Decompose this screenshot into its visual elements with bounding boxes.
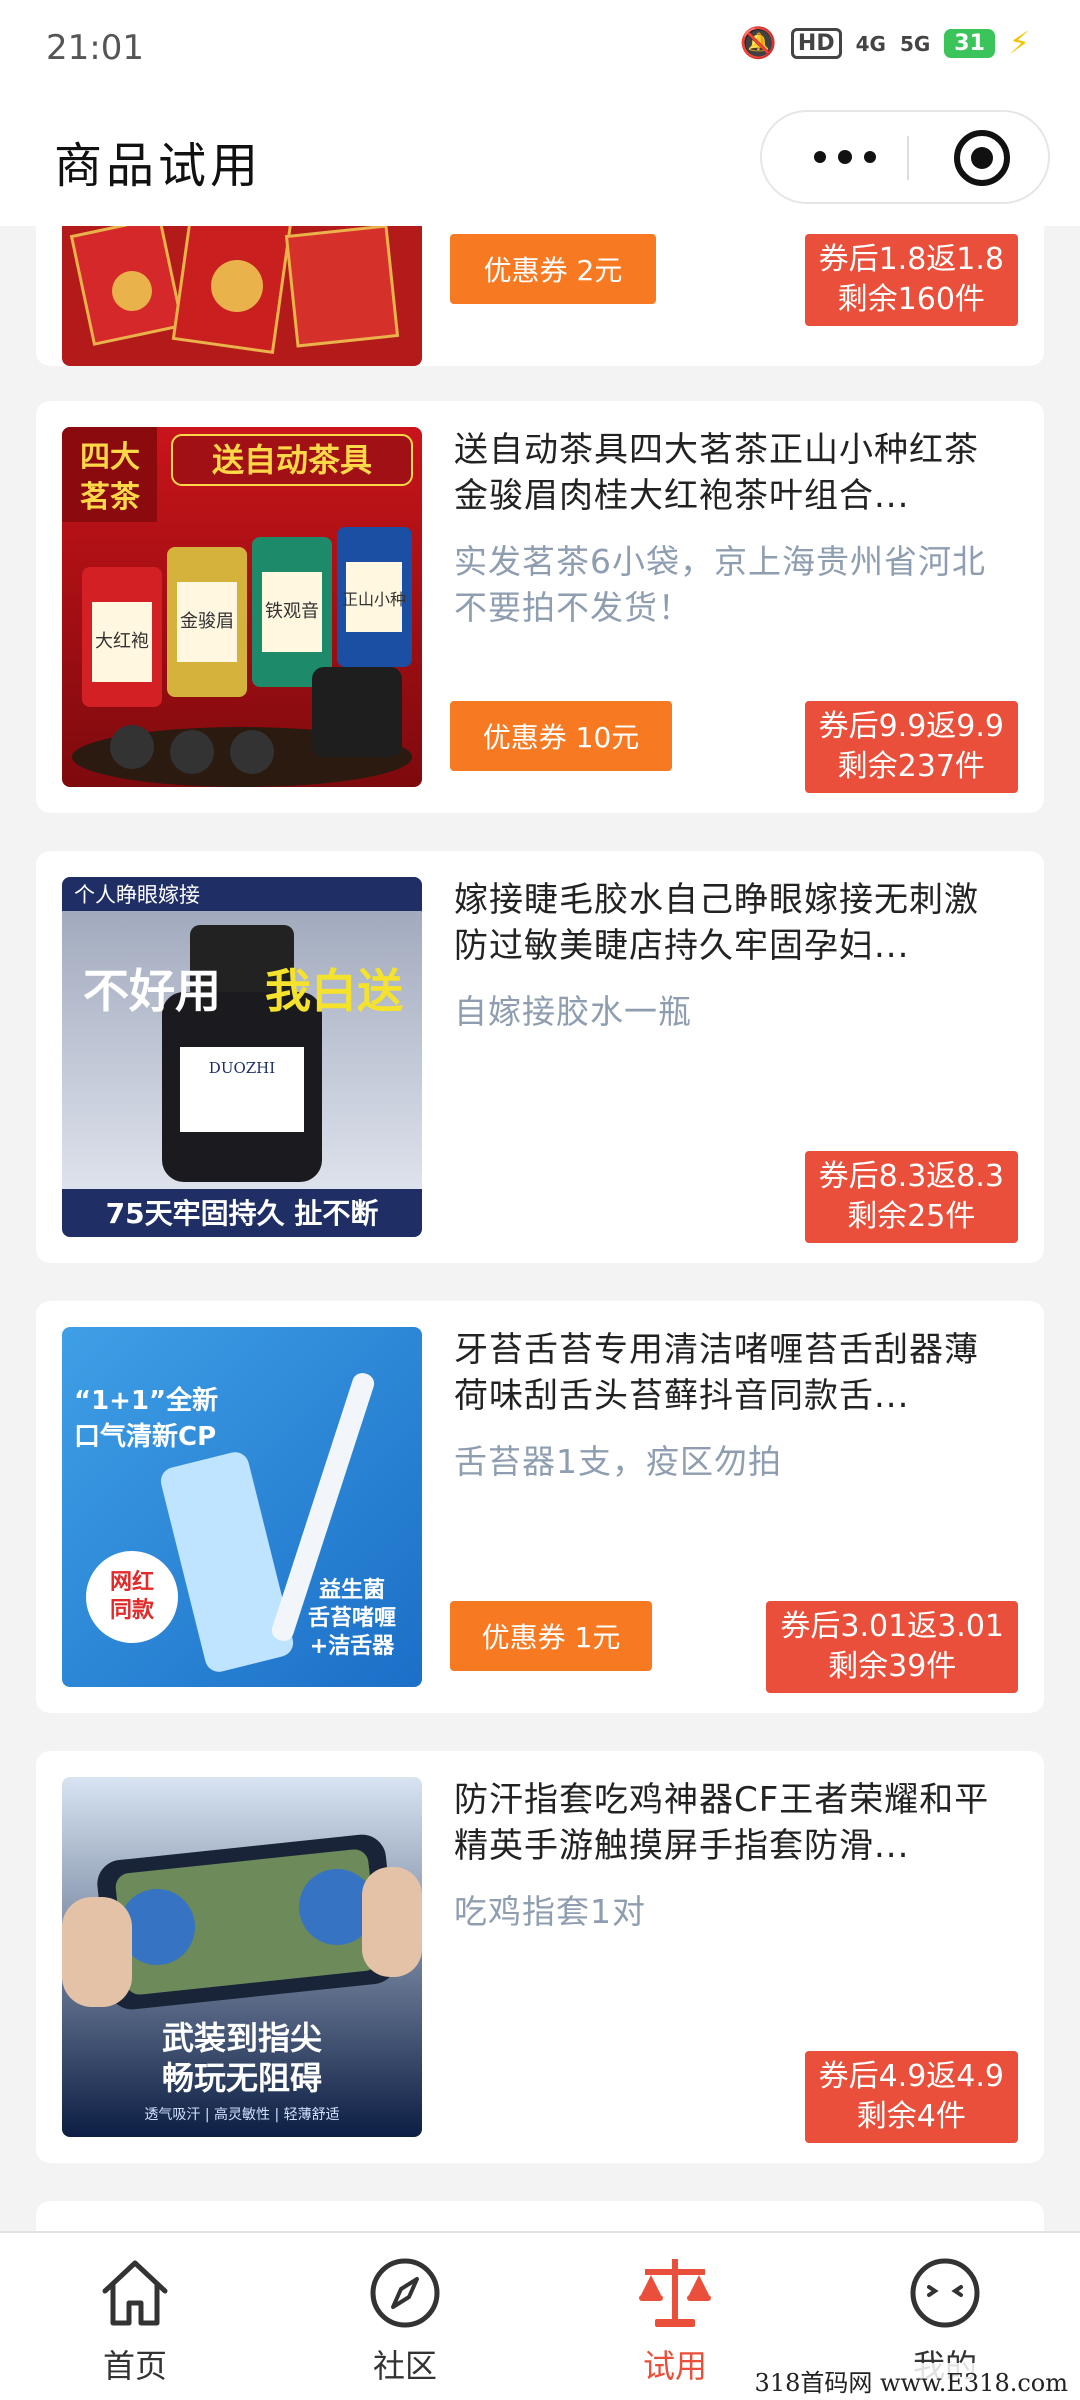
product-card[interactable]: 四大 茗茶 送自动茶具 大红袍 金骏眉 铁观音 正山小种 送自动茶具四大茗茶正山…: [36, 401, 1044, 813]
image-headline-text: 口气清新CP: [74, 1421, 216, 1452]
product-image: 个人睁眼嫁接 DUOZHI 不好用 我白送 75天牢固持久 扯不断: [62, 877, 422, 1237]
price-badge[interactable]: 券后9.9返9.9 剩余237件: [804, 701, 1018, 793]
image-feature-text: 透气吸汗 | 高灵敏性 | 轻薄舒适: [144, 2106, 339, 2123]
image-side-text: 舌苔啫喱: [308, 1605, 396, 1631]
status-bar: 21:01 🔕 HD 4G 5G 31 ⚡: [0, 0, 1080, 96]
image-badge-text: 网红: [110, 1569, 154, 1595]
signal-4g-icon: 4G: [855, 31, 886, 56]
product-title: 牙苔舌苔专用清洁啫喱苔舌刮器薄荷味刮舌头苔藓抖音同款舌...: [454, 1330, 979, 1416]
tab-label: 社区: [372, 2347, 437, 2385]
product-desc: 实发茗茶6小袋，京上海贵州省河北不要拍不发货！: [454, 542, 986, 627]
stock-line: 剩余4件: [856, 2099, 966, 2134]
image-main-text: 我白送: [265, 964, 403, 1018]
price-line: 券后8.3返8.3: [818, 1159, 1004, 1194]
price-badge[interactable]: 券后3.01返3.01 剩余39件: [766, 1601, 1018, 1693]
watermark-text: 318首码网 www.E318.com: [750, 2363, 1072, 2398]
stock-line: 剩余160件: [837, 282, 985, 317]
price-badge[interactable]: 券后4.9返4.9 剩余4件: [804, 2051, 1018, 2143]
dot-icon: [838, 150, 852, 164]
product-title: 嫁接睫毛胶水自己睁眼嫁接无刺激防过敏美睫店持久牢固孕妇...: [454, 880, 979, 966]
stock-line: 剩余39件: [828, 1649, 957, 1684]
hd-icon: HD: [790, 28, 842, 59]
image-badge-text: 同款: [110, 1597, 155, 1623]
product-card[interactable]: [36, 2201, 1044, 2231]
product-title: 防汗指套吃鸡神器CF王者荣耀和平精英手游触摸屏手指套防滑...: [454, 1780, 990, 1866]
product-title: 送自动茶具四大茗茶正山小种红茶金骏眉肉桂大红袍茶叶组合...: [454, 430, 979, 516]
page-title: 商品试用: [54, 138, 263, 194]
tab-home[interactable]: 首页: [0, 2233, 270, 2400]
status-time: 21:01: [46, 28, 144, 68]
price-line: 券后9.9返9.9: [818, 709, 1004, 744]
product-image: “1+1”全新 口气清新CP 网红 同款 益生菌 舌苔啫喱 +洁舌器: [62, 1327, 422, 1687]
product-desc: 舌苔器1支，疫区勿拍: [454, 1442, 782, 1481]
close-mini-program-button[interactable]: [954, 130, 1010, 186]
image-can-text: 金骏眉: [180, 611, 234, 632]
image-can-text: 大红袍: [95, 631, 149, 652]
product-image: 四大 茗茶 送自动茶具 大红袍 金骏眉 铁观音 正山小种: [62, 427, 422, 787]
product-list: 优惠券 2元 券后1.8返1.8 剩余160件 四大 茗茶 送自动茶具 大红袍 …: [0, 226, 1080, 2231]
image-brand-text: DUOZHI: [209, 1059, 275, 1077]
coupon-button[interactable]: 优惠券 1元: [450, 1601, 652, 1671]
charging-icon: ⚡: [1008, 26, 1030, 61]
dot-icon: [864, 151, 876, 163]
battery-icon: 31: [944, 29, 995, 58]
image-main-text: 不好用: [83, 964, 221, 1018]
image-slogan-text: 畅玩无阻碍: [162, 2059, 322, 2097]
product-desc: 自嫁接胶水一瓶: [454, 992, 692, 1031]
mute-bell-icon: 🔕: [739, 26, 777, 61]
price-line: 券后4.9返4.9: [818, 2059, 1004, 2094]
image-headline-text: “1+1”全新: [74, 1385, 218, 1416]
signal-5g-icon: 5G: [899, 31, 931, 56]
price-badge[interactable]: 券后1.8返1.8 剩余160件: [804, 234, 1018, 326]
image-top-text: 个人睁眼嫁接: [74, 883, 200, 907]
mini-program-capsule: [760, 110, 1050, 204]
tab-label: 首页: [102, 2347, 167, 2385]
image-badge-text: 茗茶: [80, 480, 141, 515]
product-desc: 吃鸡指套1对: [454, 1892, 646, 1931]
product-card[interactable]: 优惠券 2元 券后1.8返1.8 剩余160件: [36, 226, 1044, 366]
price-line: 券后1.8返1.8: [818, 242, 1004, 277]
product-image: 武装到指尖 畅玩无阻碍 透气吸汗 | 高灵敏性 | 轻薄舒适: [62, 1777, 422, 2137]
header: 商品试用: [0, 96, 1080, 226]
image-can-text: 正山小种: [342, 590, 406, 609]
image-side-text: +洁舌器: [310, 1634, 395, 1659]
price-badge[interactable]: 券后8.3返8.3 剩余25件: [804, 1151, 1018, 1243]
product-card[interactable]: 个人睁眼嫁接 DUOZHI 不好用 我白送 75天牢固持久 扯不断 嫁接睫毛胶水…: [36, 851, 1044, 1263]
tab-community[interactable]: 社区: [270, 2233, 540, 2400]
image-bottom-text: 75天牢固持久 扯不断: [106, 1197, 379, 1230]
image-slogan-text: 武装到指尖: [162, 2019, 322, 2057]
stock-line: 剩余25件: [847, 1199, 976, 1234]
dot-icon: [814, 151, 826, 163]
product-image: [62, 226, 422, 366]
face-icon: [910, 2258, 980, 2328]
product-card[interactable]: “1+1”全新 口气清新CP 网红 同款 益生菌 舌苔啫喱 +洁舌器 牙苔舌苔专…: [36, 1301, 1044, 1713]
coupon-button[interactable]: 优惠券 10元: [450, 701, 672, 771]
status-icons: 🔕 HD 4G 5G 31 ⚡: [740, 26, 1030, 61]
price-line: 券后3.01返3.01: [780, 1609, 1004, 1644]
stock-line: 剩余237件: [837, 749, 985, 784]
compass-icon: [370, 2258, 440, 2328]
image-side-text: 益生菌: [319, 1577, 385, 1603]
coupon-button[interactable]: 优惠券 2元: [450, 234, 656, 304]
product-card[interactable]: 武装到指尖 畅玩无阻碍 透气吸汗 | 高灵敏性 | 轻薄舒适 防汗指套吃鸡神器C…: [36, 1751, 1044, 2163]
capsule-divider: [907, 136, 909, 180]
more-menu-button[interactable]: [790, 112, 900, 202]
home-icon: [102, 2260, 168, 2326]
scale-icon: [639, 2259, 711, 2327]
bottom-tab-bar: 首页 社区 试用 我的 318首码网 www.E318.com: [0, 2231, 1080, 2400]
image-banner-text: 送自动茶具: [212, 441, 372, 479]
image-badge-text: 四大: [80, 440, 140, 475]
image-can-text: 铁观音: [265, 601, 319, 622]
